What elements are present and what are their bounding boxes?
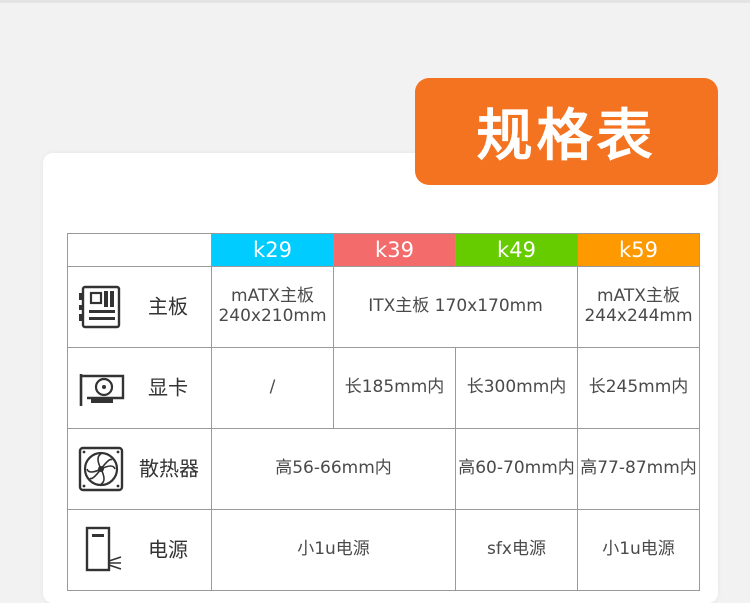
- row-label: 显卡: [148, 375, 188, 400]
- row-label-cell: 电源: [67, 509, 212, 591]
- row-label: 散热器: [139, 456, 199, 481]
- header-blank-cell: [67, 233, 212, 267]
- row-label: 主板: [148, 294, 188, 319]
- cell-k59-psu: 小1u电源: [577, 509, 700, 591]
- cell-k39-k49-motherboard: ITX主板 170x170mm: [333, 266, 578, 348]
- top-divider: [0, 0, 750, 3]
- spec-table: k29 k39 k49 k59 主板 mATX主板 240x210mm ITX主…: [67, 233, 700, 591]
- cell-k49-gpu: 长300mm内: [455, 347, 578, 429]
- model-header-k39: k39: [333, 233, 456, 267]
- motherboard-icon: [79, 285, 121, 329]
- cell-k29-gpu: /: [211, 347, 334, 429]
- fan-cooler-icon: [78, 446, 124, 492]
- table-row-gpu: 显卡 / 长185mm内 长300mm内 长245mm内: [67, 347, 700, 429]
- cell-k29-k39-psu: 小1u电源: [211, 509, 456, 591]
- row-label-cell: 散热器: [67, 428, 212, 510]
- power-supply-icon: [85, 526, 122, 572]
- table-row-psu: 电源 小1u电源 sfx电源 小1u电源: [67, 509, 700, 591]
- model-header-k29: k29: [211, 233, 334, 267]
- table-row-cooler: 散热器 高56-66mm内 高60-70mm内 高77-87mm内: [67, 428, 700, 510]
- cell-k59-gpu: 长245mm内: [577, 347, 700, 429]
- cell-k49-psu: sfx电源: [455, 509, 578, 591]
- row-label: 电源: [148, 537, 188, 562]
- cell-k39-gpu: 长185mm内: [333, 347, 456, 429]
- cell-k59-motherboard: mATX主板 244x244mm: [577, 266, 700, 348]
- table-header-row: k29 k39 k49 k59: [67, 233, 700, 267]
- row-label-cell: 主板: [67, 266, 212, 348]
- model-header-k59: k59: [577, 233, 700, 267]
- table-row-motherboard: 主板 mATX主板 240x210mm ITX主板 170x170mm mATX…: [67, 266, 700, 348]
- graphics-card-icon: [79, 374, 125, 406]
- model-header-k49: k49: [455, 233, 578, 267]
- cell-k29-motherboard: mATX主板 240x210mm: [211, 266, 334, 348]
- page-title: 规格表: [415, 78, 718, 185]
- cell-k49-cooler: 高60-70mm内: [455, 428, 578, 510]
- cell-k29-k39-cooler: 高56-66mm内: [211, 428, 456, 510]
- row-label-cell: 显卡: [67, 347, 212, 429]
- cell-k59-cooler: 高77-87mm内: [577, 428, 700, 510]
